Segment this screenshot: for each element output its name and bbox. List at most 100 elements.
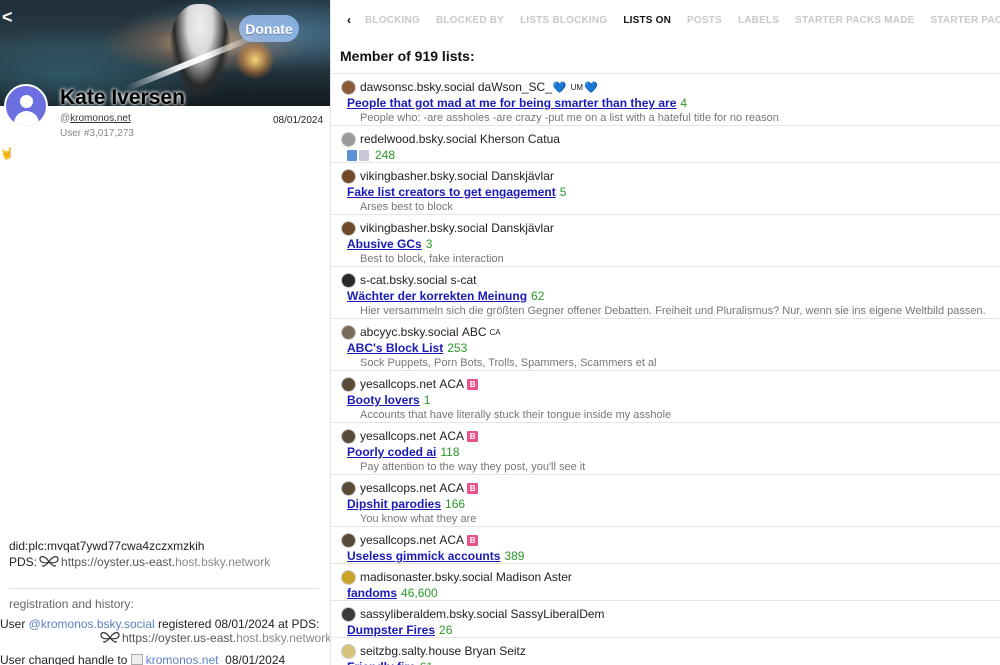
list-owner-row[interactable]: vikingbasher.bsky.social Danskjävlar: [341, 168, 1000, 184]
list-member-count: 4: [680, 96, 688, 110]
owner-handle[interactable]: yesallcops.net: [360, 533, 436, 547]
owner-avatar[interactable]: [341, 606, 356, 622]
list-description: Pay attention to the way they post, you'…: [360, 461, 586, 473]
list-owner-row[interactable]: s-cat.bsky.social s-cat: [341, 272, 1000, 288]
owner-avatar[interactable]: [341, 569, 356, 585]
owner-avatar[interactable]: [341, 168, 356, 184]
list-name-row: 248: [347, 147, 1000, 163]
owner-avatar[interactable]: [341, 428, 356, 444]
owner-handle[interactable]: abcyyc.bsky.social: [360, 325, 458, 339]
list-member-count: 253: [447, 341, 468, 355]
owner-handle[interactable]: dawsonsc.bsky.social: [360, 80, 475, 94]
history-entry1-pds-url[interactable]: https://oyster.us-east.host.bsky.network: [122, 631, 330, 645]
history-entry2-date: 08/01/2024: [225, 653, 286, 665]
profile-avatar[interactable]: [4, 84, 48, 128]
owner-avatar[interactable]: [341, 324, 356, 340]
owner-handle[interactable]: yesallcops.net: [360, 429, 436, 443]
pds-url-host: host.bsky.network: [175, 555, 271, 569]
pds-url[interactable]: https://oyster.us-east.host.bsky.network: [61, 555, 270, 569]
tab-starter-packs-made[interactable]: STARTER PACKS MADE: [795, 15, 914, 26]
history-entry-registered: User @kromonos.bsky.social registered 08…: [0, 617, 319, 631]
list-member-count: 248: [375, 148, 396, 162]
list-container: dawsonsc.bsky.social daWson_SC_ 💙 UM 💙 Peopl…: [331, 73, 1000, 665]
list-item: yesallcops.net ACA B Booty lovers 1 Accounts…: [331, 370, 1000, 422]
history-entry1-handle-link[interactable]: @kromonos.bsky.social: [29, 617, 155, 631]
tab-blocked-by[interactable]: BLOCKED BY: [436, 15, 504, 26]
donate-button[interactable]: Donate: [239, 15, 299, 42]
owner-avatar[interactable]: [341, 272, 356, 288]
owner-handle[interactable]: seitzbg.salty.house: [360, 644, 461, 658]
owner-handle[interactable]: sassyliberaldem.bsky.social: [360, 607, 507, 621]
history-entry-handle-change: User changed handle to kromonos.net 08/0…: [0, 653, 285, 665]
list-owner-row[interactable]: yesallcops.net ACA B: [341, 480, 1000, 496]
list-name-link[interactable]: Wächter der korrekten Meinung: [347, 289, 527, 303]
owner-handle[interactable]: madisonaster.bsky.social: [360, 570, 493, 584]
history-entry2-handle-link[interactable]: kromonos.net: [146, 653, 219, 665]
owner-handle[interactable]: vikingbasher.bsky.social: [360, 169, 488, 183]
owner-handle[interactable]: redelwood.bsky.social: [360, 132, 477, 146]
back-arrow-icon[interactable]: <: [2, 8, 13, 26]
history-entry1-pds: https://oyster.us-east.host.bsky.network: [98, 631, 330, 645]
owner-handle[interactable]: vikingbasher.bsky.social: [360, 221, 488, 235]
owner-avatar[interactable]: [341, 376, 356, 392]
blue-heart-icon: 💙: [552, 81, 567, 94]
tab-posts[interactable]: POSTS: [687, 15, 722, 26]
list-owner-row[interactable]: abcyyc.bsky.social ABC CA: [341, 324, 1000, 340]
list-name-link[interactable]: Poorly coded ai: [347, 445, 436, 459]
history-entry1-pds-prefix: https://oyster.us-east.: [122, 631, 237, 645]
list-name-link[interactable]: Dumpster Fires: [347, 623, 435, 637]
list-owner-row[interactable]: vikingbasher.bsky.social Danskjävlar: [341, 220, 1000, 236]
list-owner-row[interactable]: yesallcops.net ACA B: [341, 428, 1000, 444]
tab-lists-on[interactable]: LISTS ON: [623, 15, 671, 26]
tab-back-chevron-icon[interactable]: ‹: [347, 13, 351, 27]
list-name-link[interactable]: fandoms: [347, 586, 397, 600]
list-owner-row[interactable]: redelwood.bsky.social Kherson Catua: [341, 131, 1000, 147]
profile-display-name: Kate Iversen: [60, 86, 185, 109]
list-name-link[interactable]: ABC's Block List: [347, 341, 443, 355]
owner-display-name: s-cat: [450, 273, 477, 287]
owner-display-name: ACA: [439, 533, 465, 547]
blue-heart-icon: 💙: [584, 81, 598, 94]
tab-bar: ‹ BLOCKING BLOCKED BY LISTS BLOCKING LISTS …: [331, 0, 1000, 40]
list-item: sassyliberaldem.bsky.social SassyLiberal…: [331, 600, 1000, 637]
list-name-link[interactable]: People that got mad at me for being smar…: [347, 96, 676, 110]
tab-starter-packs-in[interactable]: STARTER PACKS IN: [930, 15, 1000, 26]
list-name-link[interactable]: Useless gimmick accounts: [347, 549, 500, 563]
list-name-link[interactable]: Dipshit parodies: [347, 497, 441, 511]
pds-label: PDS:: [9, 555, 38, 569]
profile-handle-link[interactable]: kromonos.net: [70, 113, 131, 124]
list-member-count: 5: [559, 185, 567, 199]
list-description: Best to block, fake interaction: [360, 253, 504, 265]
tab-labels[interactable]: LABELS: [738, 15, 779, 26]
owner-handle[interactable]: yesallcops.net: [360, 481, 436, 495]
owner-avatar[interactable]: [341, 643, 356, 659]
list-name-link[interactable]: Fake list creators to get engagement: [347, 185, 556, 199]
owner-display-name: Madison Aster: [495, 570, 572, 584]
tab-blocking[interactable]: BLOCKING: [365, 15, 420, 26]
list-name-link[interactable]: Friendly fire: [347, 660, 416, 665]
tab-lists-blocking[interactable]: LISTS BLOCKING: [520, 15, 607, 26]
owner-handle[interactable]: s-cat.bsky.social: [360, 273, 447, 287]
owner-avatar[interactable]: [341, 220, 356, 236]
list-owner-row[interactable]: sassyliberaldem.bsky.social SassyLiberal…: [341, 606, 1000, 622]
owner-avatar[interactable]: [341, 480, 356, 496]
list-item: s-cat.bsky.social s-cat Wächter der korre…: [331, 266, 1000, 318]
list-description: You know what they are: [360, 513, 477, 525]
list-name-link[interactable]: Booty lovers: [347, 393, 420, 407]
list-owner-row[interactable]: dawsonsc.bsky.social daWson_SC_ 💙 UM 💙: [341, 79, 1000, 95]
list-name-link[interactable]: Abusive GCs: [347, 237, 422, 251]
avatar-head: [20, 95, 33, 108]
list-owner-row[interactable]: madisonaster.bsky.social Madison Aster: [341, 569, 1000, 585]
owner-display-name: daWson_SC_: [477, 80, 552, 94]
list-owner-row[interactable]: yesallcops.net ACA B: [341, 376, 1000, 392]
banner-glow: [235, 40, 275, 80]
owner-handle[interactable]: yesallcops.net: [360, 377, 436, 391]
list-owner-row[interactable]: seitzbg.salty.house Bryan Seitz: [341, 643, 1000, 659]
owner-avatar[interactable]: [341, 79, 356, 95]
owner-avatar[interactable]: [341, 131, 356, 147]
list-owner-row[interactable]: yesallcops.net ACA B: [341, 532, 1000, 548]
profile-handle-line: @kromonos.net: [60, 113, 131, 124]
profile-did: did:plc:mvqat7ywd77cwa4zczxmzkih: [9, 539, 205, 553]
history-entry1-prefix: User: [0, 617, 29, 631]
owner-avatar[interactable]: [341, 532, 356, 548]
